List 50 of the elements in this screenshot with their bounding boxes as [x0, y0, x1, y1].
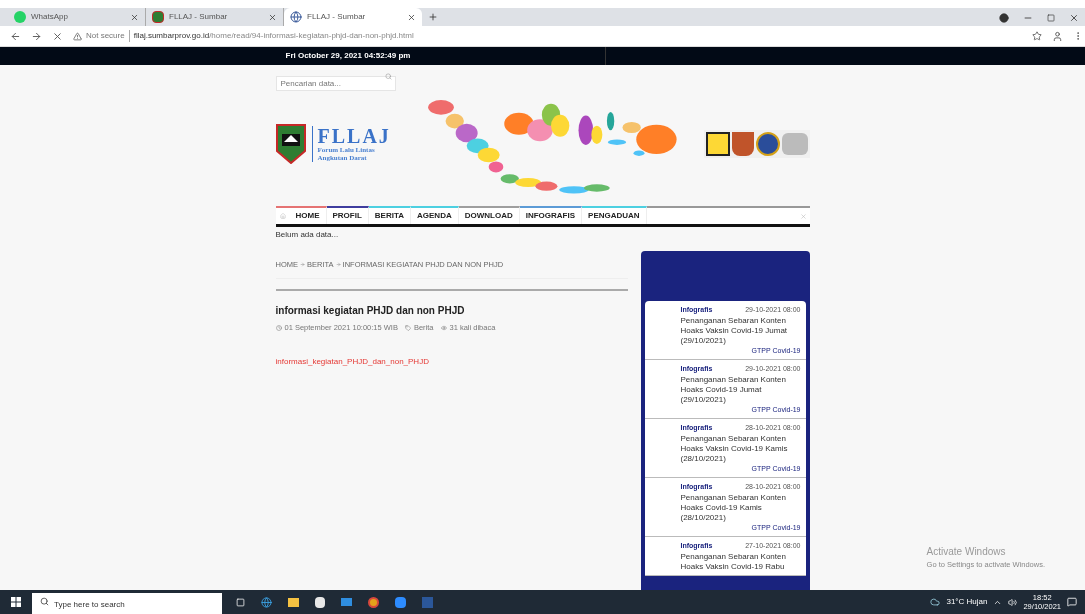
weather-icon — [930, 597, 941, 607]
nav-link[interactable]: BERITA — [368, 206, 412, 224]
news-title: Penanganan Sebaran Konten Hoaks Covid-19 Kamis (28/10/2021) — [680, 492, 787, 523]
attachment-link[interactable]: informasi_kegiatan_PHJD_dan_non_PHJD — [275, 355, 628, 368]
close-icon[interactable] — [268, 12, 277, 22]
ticker-text: Belum ada data... — [275, 229, 340, 241]
nav-link[interactable]: AGENDA — [411, 206, 459, 224]
url-text[interactable]: fllaj.sumbarprov.go.id/home/read/94-informasi-kegiatan-phjd-dan-non-phjd.html — [133, 30, 414, 42]
arrow-icon — [300, 262, 305, 268]
bookmark-icon[interactable] — [1032, 31, 1042, 41]
volume-icon[interactable] — [1008, 597, 1018, 607]
windows-logo-icon — [11, 597, 21, 607]
taskbar-search-field[interactable]: Type here to search — [32, 592, 222, 614]
article-title: informasi kegiatan PHJD dan non PHJD — [275, 304, 466, 319]
news-title: Penanganan Sebaran Konten Hoaks Covid-19 Jumat (29/10/2021) — [680, 374, 787, 405]
close-icon[interactable] — [1069, 13, 1079, 23]
nav-link[interactable]: PENGADUAN — [582, 206, 647, 224]
browser-icon[interactable] — [261, 596, 272, 608]
search-field[interactable]: Pencarian data... — [275, 76, 396, 91]
nav-link[interactable]: DOWNLOAD — [458, 206, 520, 224]
news-title: Penanganan Sebaran Konten Hoaks Vaksin Covid-19 Kamis (28/10/2021) — [680, 433, 789, 464]
new-tab-icon[interactable] — [428, 12, 438, 22]
notification-icon[interactable] — [1067, 597, 1077, 607]
back-icon[interactable] — [10, 30, 21, 42]
weather-text: 31°C Hujan — [946, 596, 988, 608]
news-title: Penanganan Sebaran Konten Hoaks Vaksin Covid-19 Rabu — [680, 551, 787, 572]
profile-icon[interactable] — [1052, 30, 1063, 42]
browser-tab[interactable]: FLLAJ - Sumbar — [284, 8, 422, 26]
search-icon — [40, 597, 49, 606]
nav-link[interactable]: INFOGRAFIS — [519, 206, 583, 224]
tag-icon — [404, 324, 411, 331]
restore-icon[interactable] — [1047, 14, 1055, 22]
forward-icon[interactable] — [31, 30, 42, 42]
globe-icon — [290, 11, 302, 23]
stop-icon[interactable] — [52, 30, 63, 42]
chat-icon — [14, 11, 26, 23]
warning-icon — [73, 31, 82, 41]
close-icon[interactable] — [130, 12, 139, 22]
logo-title: FLLAJ — [317, 125, 391, 146]
clock-icon — [275, 324, 282, 331]
activation-title: Activate Windows — [926, 544, 1007, 559]
record-icon[interactable] — [999, 13, 1009, 23]
arrow-icon — [335, 262, 341, 268]
security-label: Not secure — [86, 30, 130, 42]
news-title: Penanganan Sebaran Konten Hoaks Vaksin Covid-19 Jumat (29/10/2021) — [680, 315, 789, 346]
close-icon[interactable] — [407, 12, 416, 22]
nav-link[interactable]: PROFIL — [326, 206, 369, 224]
task-view-icon[interactable] — [236, 597, 245, 607]
nav-link[interactable]: HOME — [289, 206, 327, 224]
eye-icon — [440, 324, 447, 331]
